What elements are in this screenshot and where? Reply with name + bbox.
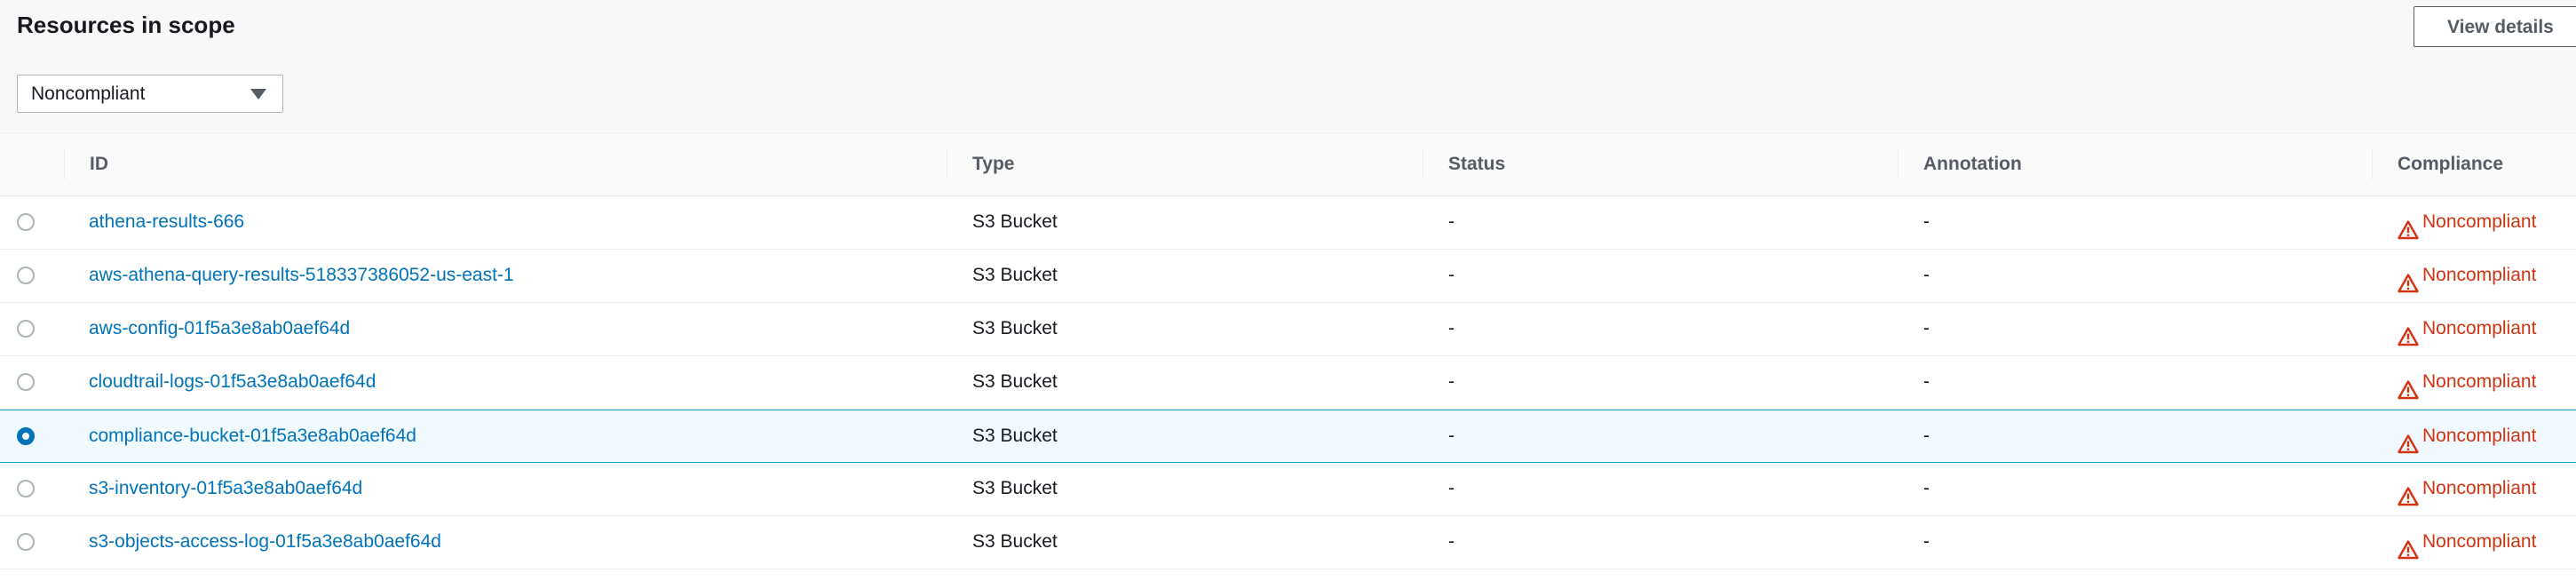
compliance-status: Noncompliant — [2398, 516, 2536, 568]
caret-down-icon — [250, 89, 266, 99]
compliance-label: Noncompliant — [2422, 531, 2537, 552]
column-header-annotation[interactable]: Annotation — [1898, 133, 2022, 195]
compliance-label: Noncompliant — [2422, 265, 2537, 285]
column-header-status[interactable]: Status — [1423, 133, 1505, 195]
compliance-label: Noncompliant — [2422, 426, 2537, 446]
resource-type: S3 Bucket — [972, 531, 1058, 552]
warning-triangle-icon — [2398, 529, 2419, 560]
compliance-status: Noncompliant — [2398, 250, 2536, 301]
warning-triangle-icon — [2398, 316, 2419, 346]
warning-triangle-icon — [2398, 210, 2419, 240]
resources-table: ID Type Status Annotation Compliance ath… — [0, 132, 2576, 569]
row-select-radio[interactable] — [17, 533, 35, 551]
column-header-compliance[interactable]: Compliance — [2372, 133, 2503, 195]
table-body: athena-results-666 S3 Bucket - - Noncomplian… — [0, 196, 2576, 569]
resource-status: - — [1448, 531, 1454, 552]
resource-annotation: - — [1923, 531, 1930, 552]
resource-status: - — [1448, 478, 1454, 498]
compliance-label: Noncompliant — [2422, 371, 2537, 392]
column-header-id[interactable]: ID — [64, 133, 108, 195]
filter-selected-value: Noncompliant — [31, 84, 146, 104]
resource-annotation: - — [1923, 265, 1930, 285]
resource-status: - — [1448, 426, 1454, 446]
resource-id-link[interactable]: s3-inventory-01f5a3e8ab0aef64d — [89, 478, 362, 498]
resource-annotation: - — [1923, 478, 1930, 498]
row-select-radio[interactable] — [17, 320, 35, 338]
warning-triangle-icon — [2398, 476, 2419, 506]
warning-triangle-icon — [2398, 424, 2419, 454]
table-row[interactable]: s3-objects-access-log-01f5a3e8ab0aef64d S… — [0, 516, 2576, 569]
resource-type: S3 Bucket — [972, 318, 1058, 338]
resource-type: S3 Bucket — [972, 265, 1058, 285]
table-row[interactable]: s3-inventory-01f5a3e8ab0aef64d S3 Bucket -… — [0, 463, 2576, 516]
resource-annotation: - — [1923, 211, 1930, 232]
compliance-status: Noncompliant — [2398, 303, 2536, 354]
row-select-radio[interactable] — [17, 213, 35, 231]
resource-status: - — [1448, 265, 1454, 285]
resource-status: - — [1448, 211, 1454, 232]
resource-annotation: - — [1923, 318, 1930, 338]
resource-type: S3 Bucket — [972, 426, 1058, 446]
row-select-radio[interactable] — [17, 480, 35, 497]
resource-annotation: - — [1923, 426, 1930, 446]
resource-id-link[interactable]: s3-objects-access-log-01f5a3e8ab0aef64d — [89, 531, 441, 552]
table-row[interactable]: athena-results-666 S3 Bucket - - Noncomplian… — [0, 196, 2576, 250]
compliance-filter-select[interactable]: Noncompliant — [17, 75, 283, 113]
resource-status: - — [1448, 318, 1454, 338]
compliance-status: Noncompliant — [2398, 356, 2536, 408]
resource-type: S3 Bucket — [972, 371, 1058, 392]
resources-header-panel: Resources in scope View details Noncompl… — [0, 0, 2576, 131]
resource-id-link[interactable]: cloudtrail-logs-01f5a3e8ab0aef64d — [89, 371, 376, 392]
resource-id-link[interactable]: aws-athena-query-results-518337386052-us… — [89, 265, 514, 285]
table-row[interactable]: compliance-bucket-01f5a3e8ab0aef64d S3 Bu… — [0, 410, 2576, 463]
resource-type: S3 Bucket — [972, 211, 1058, 232]
row-select-radio[interactable] — [17, 267, 35, 284]
view-details-button[interactable]: View details — [2414, 6, 2576, 47]
compliance-status: Noncompliant — [2398, 463, 2536, 514]
table-row[interactable]: aws-athena-query-results-518337386052-us… — [0, 250, 2576, 303]
resource-type: S3 Bucket — [972, 478, 1058, 498]
compliance-label: Noncompliant — [2422, 211, 2537, 232]
warning-triangle-icon — [2398, 370, 2419, 400]
table-row[interactable]: aws-config-01f5a3e8ab0aef64d S3 Bucket - - N… — [0, 303, 2576, 356]
resource-id-link[interactable]: athena-results-666 — [89, 211, 244, 232]
resource-id-link[interactable]: compliance-bucket-01f5a3e8ab0aef64d — [89, 426, 416, 446]
warning-triangle-icon — [2398, 263, 2419, 293]
resource-annotation: - — [1923, 371, 1930, 392]
compliance-label: Noncompliant — [2422, 478, 2537, 498]
compliance-status: Noncompliant — [2398, 196, 2536, 248]
page-title: Resources in scope — [17, 12, 235, 38]
resource-status: - — [1448, 371, 1454, 392]
row-select-radio[interactable] — [17, 373, 35, 391]
resource-id-link[interactable]: aws-config-01f5a3e8ab0aef64d — [89, 318, 350, 338]
table-header: ID Type Status Annotation Compliance — [0, 132, 2576, 196]
compliance-status: Noncompliant — [2398, 410, 2536, 462]
compliance-label: Noncompliant — [2422, 318, 2537, 338]
table-row[interactable]: cloudtrail-logs-01f5a3e8ab0aef64d S3 Buck… — [0, 356, 2576, 410]
row-select-radio[interactable] — [17, 427, 35, 445]
column-header-type[interactable]: Type — [947, 133, 1014, 195]
